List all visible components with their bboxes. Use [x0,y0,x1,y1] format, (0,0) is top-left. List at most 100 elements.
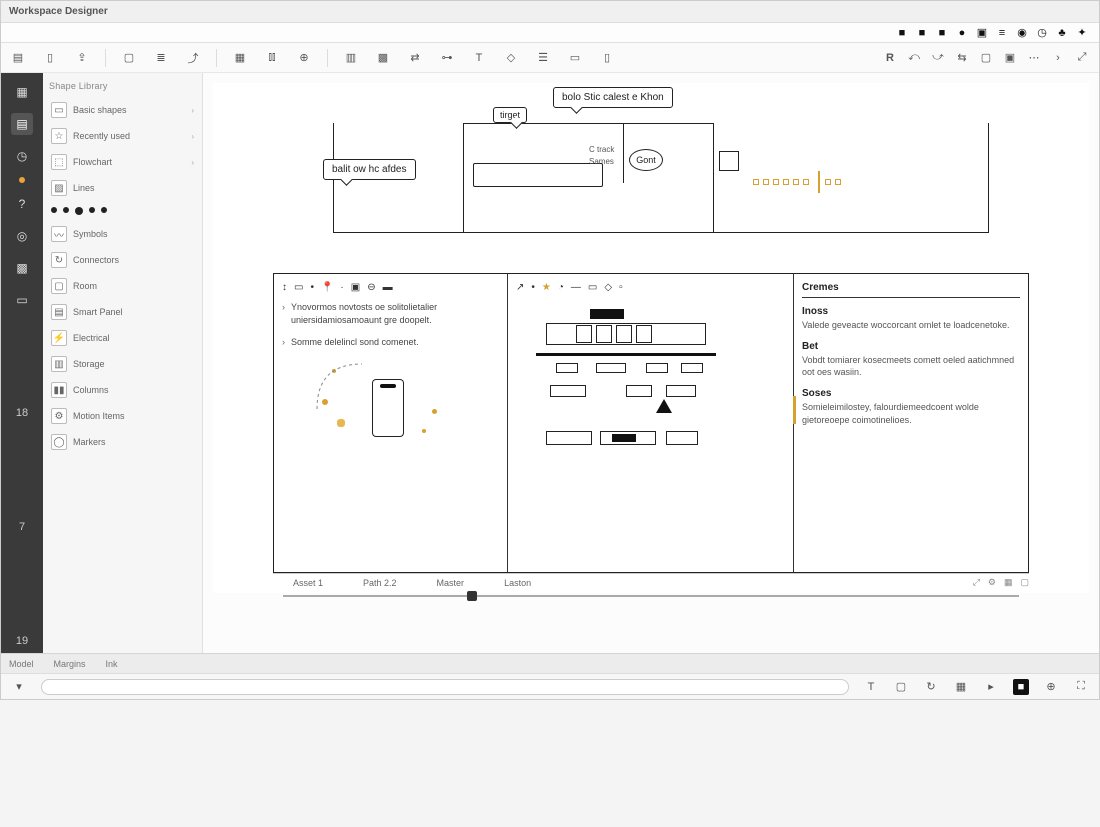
callout-top[interactable]: bolo Stic calest e Khon [553,87,673,108]
rail-clock-icon[interactable]: ◷ [11,145,33,167]
sb-zoom-icon[interactable]: ⊕ [1043,679,1059,695]
t-dot-icon[interactable]: • [531,282,535,293]
sidebar-item-6[interactable]: ▢Room [49,273,196,299]
sidebar-item-2[interactable]: ⬚Flowchart› [49,149,196,175]
tool-minus-icon[interactable]: ⊖ [367,282,375,293]
share2-icon[interactable]: ⤴ [184,49,202,67]
bell-icon[interactable]: ♣ [1055,26,1069,40]
rail-layers-icon[interactable]: ▤ [11,113,33,135]
sidebar-item-11[interactable]: ⚙Motion Items [49,403,196,429]
box3-icon[interactable]: ▭ [566,49,584,67]
sb-dropdown-icon[interactable]: ▾ [11,679,27,695]
schematic[interactable] [516,301,785,481]
rail-view-icon[interactable]: ▭ [11,289,33,311]
tool-select-icon[interactable]: ▭ [294,282,303,293]
grid2-icon[interactable]: ▦ [1004,577,1013,588]
sb-max-icon[interactable]: ⛶ [1073,679,1089,695]
t-star-icon[interactable]: ★ [542,282,551,293]
share-icon[interactable]: ⇪ [73,49,91,67]
group-icon[interactable]: ▯ [41,49,59,67]
partition-3[interactable] [713,123,714,233]
sidebar-item-3[interactable]: ▨Lines [49,175,196,201]
tab-2[interactable]: Path 2.2 [363,578,397,588]
layers-icon[interactable]: ▤ [9,49,27,67]
tool-dot-icon[interactable]: • [310,282,314,293]
small-label[interactable]: tirget [493,107,527,123]
sidebar-item-1[interactable]: ☆Recently used› [49,123,196,149]
tool-text-icon[interactable]: ▬ [383,282,393,293]
t-square-icon[interactable]: ▫ [619,282,623,293]
gear-icon[interactable]: ✦ [1075,26,1089,40]
t-rect-icon[interactable]: ▭ [588,282,597,293]
sb-box-icon[interactable]: ▢ [893,679,909,695]
tool-pin-icon[interactable]: 📍 [321,282,333,293]
menu-icon-4[interactable]: ● [955,26,969,40]
connect-icon[interactable]: ⊶ [438,49,456,67]
undo-icon[interactable]: ⤺ [905,49,923,67]
user-icon[interactable]: ◉ [1015,26,1029,40]
canvas[interactable]: bolo Stic calest e Khon tirget balit ow … [213,83,1089,593]
close-icon[interactable]: ▢ [1020,577,1029,588]
image-icon[interactable]: ▦ [231,49,249,67]
sidebar-item-0[interactable]: ▭Basic shapes› [49,97,196,123]
link-icon[interactable]: ⇄ [406,49,424,67]
t-circle-icon[interactable]: ◔ [558,282,564,293]
sb-grid-icon[interactable]: ▦ [953,679,969,695]
canvas-area[interactable]: bolo Stic calest e Khon tirget balit ow … [203,73,1099,653]
sidebar-item-7[interactable]: ▤Smart Panel [49,299,196,325]
rail-help-icon[interactable]: ? [11,193,33,215]
settings-icon[interactable]: ⚙ [988,577,996,588]
bb-3[interactable]: Ink [106,659,118,669]
table-icon[interactable]: ▥ [342,49,360,67]
rail-grid-icon[interactable]: ▩ [11,257,33,279]
sidebar-item-4[interactable]: 〰Symbols [49,221,196,247]
partition-1[interactable] [463,123,464,233]
tab-4[interactable]: Laston [504,578,531,588]
timeline[interactable] [283,589,1019,603]
align-icon[interactable]: ≣ [152,49,170,67]
sidebar-item-5[interactable]: ↻Connectors [49,247,196,273]
sb-loop-icon[interactable]: ↻ [923,679,939,695]
view1-icon[interactable]: ▢ [977,49,995,67]
chart-icon[interactable]: ⫾⫾ [263,49,281,67]
t-dash-icon[interactable]: — [571,282,581,293]
menu-icon-5[interactable]: ▣ [975,26,989,40]
redo-icon[interactable]: ⤻ [929,49,947,67]
clock-icon[interactable]: ◷ [1035,26,1049,40]
sidebar-item-9[interactable]: ▥Storage [49,351,196,377]
sidebar-item-8[interactable]: ⚡Electrical [49,325,196,351]
swap-icon[interactable]: ⇆ [953,49,971,67]
sidebar-item-12[interactable]: ◯Markers [49,429,196,455]
tool-move-icon[interactable]: ↕ [282,282,287,293]
sb-text-icon[interactable]: T [863,679,879,695]
menu-icon-1[interactable]: ■ [895,26,909,40]
t-diamond-icon[interactable]: ◇ [604,282,612,293]
bb-1[interactable]: Model [9,659,34,669]
expand-icon[interactable]: ⤢ [973,577,980,588]
more-icon[interactable]: ⋯ [1025,49,1043,67]
tab-1[interactable]: Asset 1 [293,578,323,588]
callout-left[interactable]: balit ow hc afdes [323,159,416,180]
timeline-knob[interactable] [467,591,477,601]
menu-icon-3[interactable]: ■ [935,26,949,40]
partition-2[interactable] [623,123,624,183]
menu-icon[interactable]: ☰ [534,49,552,67]
expand-icon[interactable]: ⤢ [1073,49,1091,67]
command-input[interactable] [41,679,849,695]
text-icon[interactable]: T [470,49,488,67]
menu-icon-6[interactable]: ≡ [995,26,1009,40]
sb-active-icon[interactable]: ■ [1013,679,1029,695]
r-label[interactable]: R [881,49,899,67]
bb-2[interactable]: Margins [54,659,86,669]
view2-icon[interactable]: ▣ [1001,49,1019,67]
circle-label[interactable]: Gont [629,149,663,171]
rail-home-icon[interactable]: ▦ [11,81,33,103]
punch-box[interactable] [719,151,739,171]
forward-icon[interactable]: › [1049,49,1067,67]
shape-icon[interactable]: ◇ [502,49,520,67]
add-icon[interactable]: ⊕ [295,49,313,67]
sidebar-item-10[interactable]: ▮▮Columns [49,377,196,403]
rail-target-icon[interactable]: ◎ [11,225,33,247]
grid-icon[interactable]: ▩ [374,49,392,67]
tool-img-icon[interactable]: ▣ [351,282,360,293]
